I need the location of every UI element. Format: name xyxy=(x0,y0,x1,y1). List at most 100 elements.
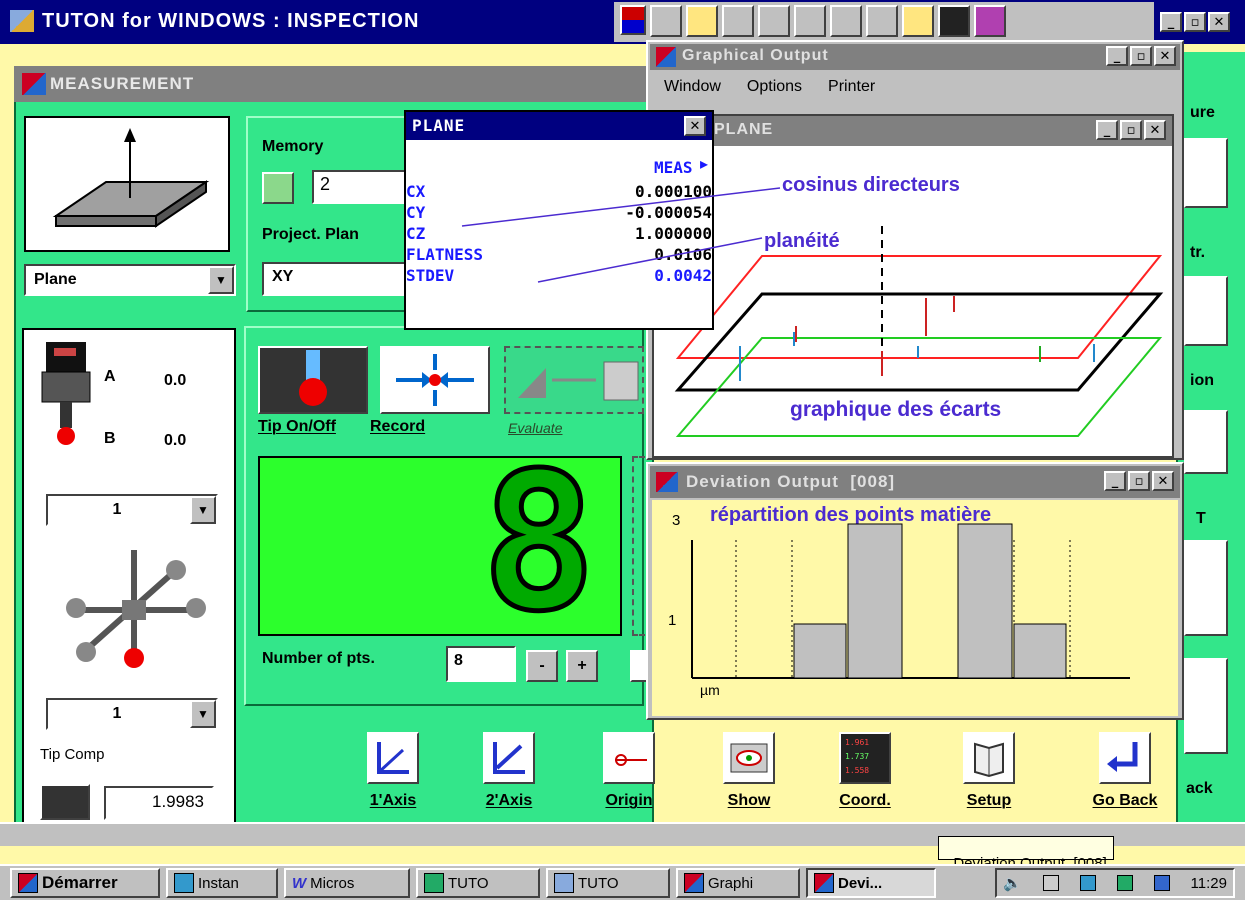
tray-icon[interactable] xyxy=(1153,875,1170,891)
taskbar-item-label: Graphi xyxy=(708,874,754,892)
restore-button[interactable]: ▫ xyxy=(1184,12,1206,32)
close-button[interactable]: ✕ xyxy=(1154,46,1176,66)
menu-window[interactable]: Window xyxy=(664,78,721,96)
tip-onoff-label: Tip On/Off xyxy=(258,418,336,435)
axis-a-value: 0.0 xyxy=(164,372,187,389)
axis1-icon xyxy=(367,732,419,784)
measurement-title: MEASUREMENT xyxy=(50,74,195,93)
check-icon[interactable] xyxy=(794,5,826,37)
table-icon[interactable] xyxy=(758,5,790,37)
setup-label: Setup xyxy=(966,792,1012,809)
minimize-button[interactable]: _ xyxy=(1096,120,1118,140)
right-button-2[interactable] xyxy=(1184,276,1228,346)
menu-printer[interactable]: Printer xyxy=(828,78,875,96)
taskbar-item-label: TUTO xyxy=(448,874,489,892)
app-title: TUTON for WINDOWS : INSPECTION xyxy=(42,10,420,32)
help-icon[interactable] xyxy=(866,5,898,37)
palette-icon[interactable] xyxy=(974,5,1006,37)
deviation-icon xyxy=(656,472,678,492)
app-title-bar: TUTON for WINDOWS : INSPECTION _ ▫ ✕ xyxy=(0,0,1245,44)
tip-select[interactable]: 1 ▼ xyxy=(46,698,218,730)
right-button-4[interactable] xyxy=(1184,540,1228,636)
taskbar-item[interactable]: W Micros xyxy=(284,868,410,898)
chevron-down-icon[interactable]: ▼ xyxy=(190,496,216,524)
chevron-down-icon[interactable]: ▼ xyxy=(208,266,234,294)
setup-button[interactable]: Setup xyxy=(956,732,1022,828)
close-button[interactable]: ✕ xyxy=(1144,120,1166,140)
tag-icon[interactable] xyxy=(902,5,934,37)
go-back-label: Go Back xyxy=(1092,792,1158,809)
graph-icon xyxy=(684,873,704,893)
right-button-3[interactable] xyxy=(1184,410,1228,474)
graphical-output-title: Graphical Output xyxy=(682,47,829,64)
tray-icon[interactable] xyxy=(1116,875,1133,891)
y-label-1: 1 xyxy=(668,612,677,629)
origin-button[interactable]: Origin xyxy=(596,732,662,828)
minimize-button[interactable]: _ xyxy=(1106,46,1128,66)
menu-options[interactable]: Options xyxy=(747,78,802,96)
taskbar-item[interactable]: TUTO xyxy=(546,868,670,898)
axis1-button[interactable]: 1'Axis xyxy=(360,732,426,828)
tray-icon[interactable] xyxy=(1079,875,1096,891)
right-label-3: ion xyxy=(1190,372,1214,389)
probe-select-value: 1 xyxy=(112,501,122,518)
close-button[interactable]: ✕ xyxy=(684,116,706,136)
coord-x-value: 1.961 xyxy=(845,738,870,747)
coord-button[interactable]: 1.961 1.737 1.558 Coord. xyxy=(832,732,898,828)
pie-icon[interactable] xyxy=(938,5,970,37)
num-points-value: 8 xyxy=(454,652,463,669)
stylus-cluster-icon xyxy=(66,550,206,668)
taskbar-item-active[interactable]: Devi... xyxy=(806,868,936,898)
point-counter-display: 8 xyxy=(258,445,622,640)
origin-label: Origin xyxy=(605,792,653,809)
num-points-field[interactable]: 8 xyxy=(446,646,516,682)
taskbar-item[interactable]: TUTO xyxy=(416,868,540,898)
notepad-icon[interactable] xyxy=(650,5,682,37)
setup-icon xyxy=(963,732,1015,784)
chevron-down-icon[interactable]: ▼ xyxy=(190,700,216,728)
speaker-icon[interactable]: 🔈 xyxy=(1003,874,1022,892)
origin-icon xyxy=(603,732,655,784)
evaluate-button[interactable] xyxy=(504,346,644,414)
taskbar-item[interactable]: Graphi xyxy=(676,868,800,898)
record-button[interactable] xyxy=(380,346,490,414)
minimize-button[interactable]: _ xyxy=(1160,12,1182,32)
coord-icon: 1.961 1.737 1.558 xyxy=(839,732,891,784)
tray-icon[interactable] xyxy=(1042,875,1059,891)
taskbar-item[interactable]: Instan xyxy=(166,868,278,898)
decrement-button[interactable]: - xyxy=(526,650,558,682)
tip-comp-icon[interactable] xyxy=(40,784,90,820)
open-folder-icon[interactable] xyxy=(686,5,718,37)
project-plane-field[interactable]: XY xyxy=(262,262,412,296)
close-button[interactable]: ✕ xyxy=(1208,12,1230,32)
taskbar-item-label: Instan xyxy=(198,874,239,892)
bottom-buttons: 1'Axis 2'Axis Origin Show 1.961 1.737 1.… xyxy=(360,732,1190,828)
card-icon[interactable] xyxy=(830,5,862,37)
memory-field[interactable]: 2 xyxy=(312,170,412,204)
tip-comp-value: 1.9983 xyxy=(152,792,204,811)
tip-onoff-button[interactable] xyxy=(258,346,368,414)
axis2-button[interactable]: 2'Axis xyxy=(476,732,542,828)
memory-disk-icon[interactable] xyxy=(262,172,294,204)
start-button[interactable]: Démarrer xyxy=(10,868,160,898)
restore-button[interactable]: ▫ xyxy=(1120,120,1142,140)
go-back-button[interactable]: Go Back xyxy=(1080,732,1170,828)
close-button[interactable]: ✕ xyxy=(1152,471,1174,491)
right-button-5[interactable] xyxy=(1184,658,1228,754)
shape-select-value: Plane xyxy=(34,271,77,288)
shape-select[interactable]: Plane ▼ xyxy=(24,264,236,296)
show-button[interactable]: Show xyxy=(716,732,782,828)
restore-button[interactable]: ▫ xyxy=(1130,46,1152,66)
counter-digit: 8 xyxy=(479,432,598,653)
restore-button[interactable]: ▫ xyxy=(1128,471,1150,491)
print-icon[interactable] xyxy=(722,5,754,37)
probe-select[interactable]: 1 ▼ xyxy=(46,494,218,526)
minimize-button[interactable]: _ xyxy=(1104,471,1126,491)
plane-dialog-title: PLANE xyxy=(412,116,466,135)
right-button-1[interactable] xyxy=(1184,138,1228,208)
color-icon[interactable] xyxy=(620,5,646,35)
minus-label: - xyxy=(539,657,545,674)
tip-icon xyxy=(299,350,327,406)
increment-button[interactable]: + xyxy=(566,650,598,682)
toolbar xyxy=(614,2,1154,42)
